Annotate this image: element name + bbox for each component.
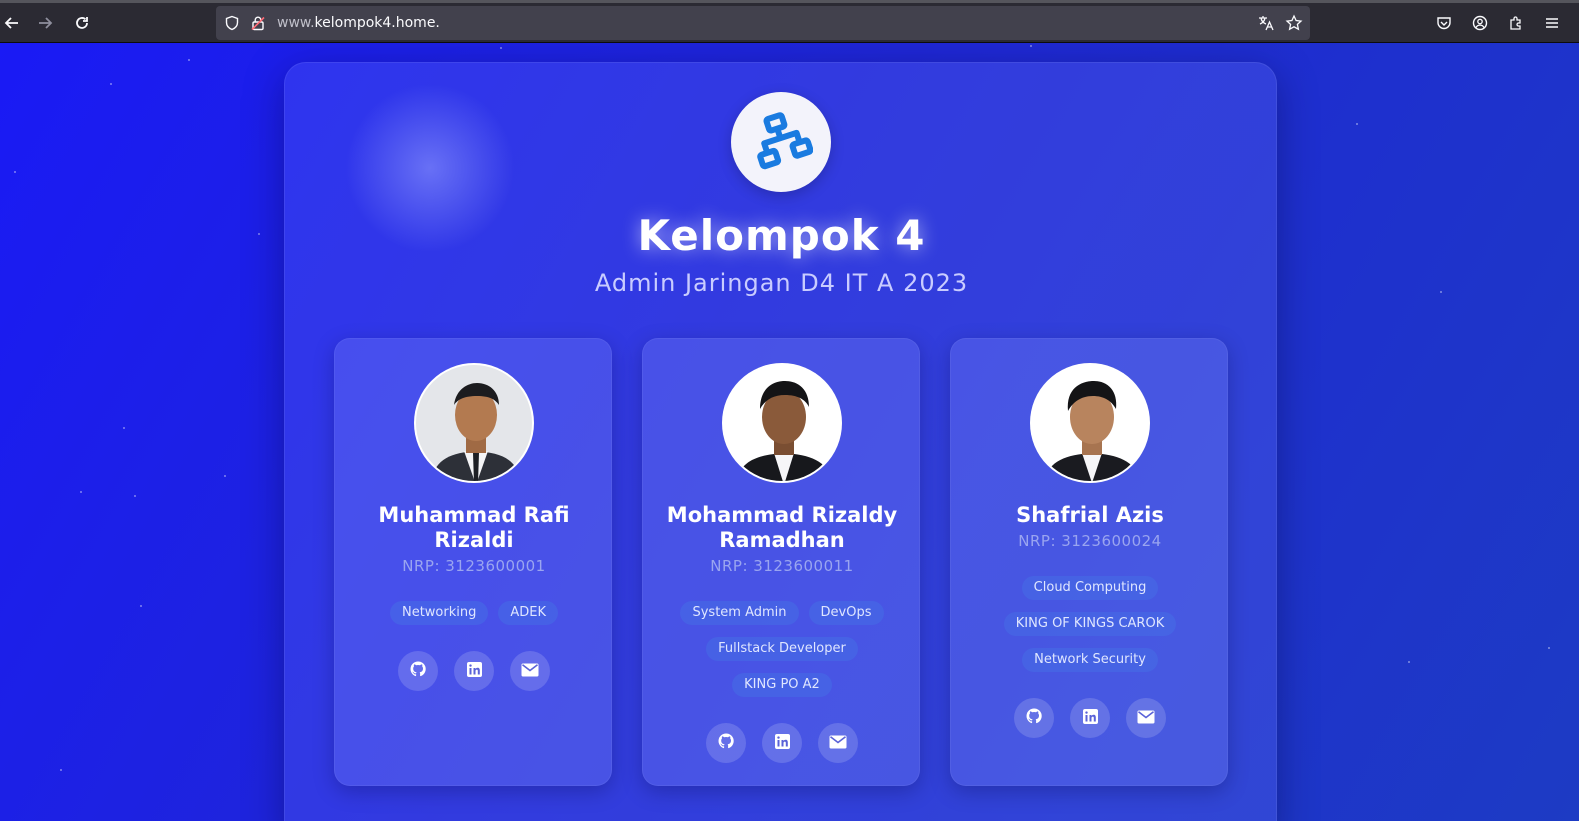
address-bar[interactable]: www.kelompok4.home.: [216, 6, 1310, 40]
member-name: Shafrial Azis: [1016, 503, 1164, 527]
menu-icon[interactable]: [1540, 11, 1564, 35]
member-nrp: NRP: 3123600001: [402, 557, 546, 575]
background-star: [258, 233, 260, 235]
bookmark-star-icon[interactable]: [1284, 13, 1304, 33]
background-star: [1440, 291, 1442, 293]
skill-tag: Networking: [389, 601, 489, 625]
shield-icon[interactable]: [222, 13, 242, 33]
linkedin-icon: [466, 661, 483, 682]
social-links: [335, 651, 613, 691]
member-photo: [1030, 363, 1150, 483]
team-panel: Kelompok 4 Admin Jaringan D4 IT A 2023 M…: [284, 62, 1277, 821]
background-star: [14, 171, 16, 173]
member-photo: [722, 363, 842, 483]
background-star: [110, 83, 112, 85]
member-tags: System Admin DevOps Fullstack Developer …: [653, 601, 911, 697]
pocket-icon[interactable]: [1432, 11, 1456, 35]
background-star: [1030, 45, 1032, 47]
url-domain: kelompok4.home.: [314, 15, 440, 31]
github-link[interactable]: [398, 651, 438, 691]
background-star: [80, 491, 82, 493]
skill-tag: Fullstack Developer: [706, 637, 858, 661]
sitemap-icon: [749, 108, 814, 176]
social-links: [951, 698, 1229, 738]
page-subtitle: Admin Jaringan D4 IT A 2023: [594, 269, 969, 297]
skill-tag: Network Security: [1022, 648, 1158, 672]
envelope-icon: [829, 734, 847, 753]
skill-tag: DevOps: [808, 601, 884, 625]
background-star: [123, 427, 125, 429]
browser-toolbar: www.kelompok4.home.: [0, 0, 1579, 43]
extensions-icon[interactable]: [1504, 11, 1528, 35]
member-name: Mohammad Rizaldy Ramadhan: [666, 503, 898, 552]
email-link[interactable]: [510, 651, 550, 691]
background-star: [500, 47, 502, 49]
translate-icon[interactable]: [1256, 13, 1276, 33]
skill-tag: KING PO A2: [732, 673, 832, 697]
linkedin-link[interactable]: [1070, 698, 1110, 738]
back-icon[interactable]: [0, 11, 24, 35]
background-star: [1408, 661, 1410, 663]
linkedin-link[interactable]: [762, 723, 802, 763]
member-card: Shafrial Azis NRP: 3123600024 Cloud Comp…: [950, 338, 1228, 786]
account-icon[interactable]: [1468, 11, 1492, 35]
member-card: Mohammad Rizaldy Ramadhan NRP: 312360001…: [642, 338, 920, 786]
github-icon: [409, 660, 427, 682]
member-name: Muhammad Rafi Rizaldi: [378, 503, 570, 552]
skill-tag: System Admin: [680, 601, 799, 625]
github-link[interactable]: [1014, 698, 1054, 738]
social-links: [643, 723, 921, 763]
linkedin-icon: [1082, 708, 1099, 729]
github-link[interactable]: [706, 723, 746, 763]
member-tags: Cloud Computing KING OF KINGS CAROK Netw…: [961, 576, 1219, 672]
url-prefix: www.: [277, 15, 315, 31]
background-star: [1548, 647, 1550, 649]
background-star: [188, 59, 190, 61]
member-photo: [414, 363, 534, 483]
background-star: [224, 475, 226, 477]
member-tags: Networking ADEK: [345, 601, 603, 625]
envelope-icon: [1137, 709, 1155, 728]
linkedin-icon: [774, 733, 791, 754]
email-link[interactable]: [1126, 698, 1166, 738]
email-link[interactable]: [818, 723, 858, 763]
skill-tag: Cloud Computing: [1021, 576, 1159, 600]
member-nrp: NRP: 3123600011: [710, 557, 854, 575]
background-star: [140, 605, 142, 607]
github-icon: [1025, 707, 1043, 729]
background-star: [60, 769, 62, 771]
skill-tag: ADEK: [498, 601, 559, 625]
github-icon: [717, 732, 735, 754]
background-star: [134, 495, 136, 497]
team-logo: [731, 92, 831, 192]
page-viewport: Kelompok 4 Admin Jaringan D4 IT A 2023 M…: [0, 43, 1579, 821]
url-text[interactable]: www.kelompok4.home.: [277, 15, 440, 31]
page-title: Kelompok 4: [637, 211, 926, 260]
insecure-lock-icon[interactable]: [248, 13, 268, 33]
member-nrp: NRP: 3123600024: [1018, 532, 1162, 550]
linkedin-link[interactable]: [454, 651, 494, 691]
reload-icon[interactable]: [70, 11, 94, 35]
forward-icon[interactable]: [33, 11, 57, 35]
envelope-icon: [521, 662, 539, 681]
skill-tag: KING OF KINGS CAROK: [1003, 612, 1177, 636]
background-star: [1356, 123, 1358, 125]
member-card: Muhammad Rafi Rizaldi NRP: 3123600001 Ne…: [334, 338, 612, 786]
